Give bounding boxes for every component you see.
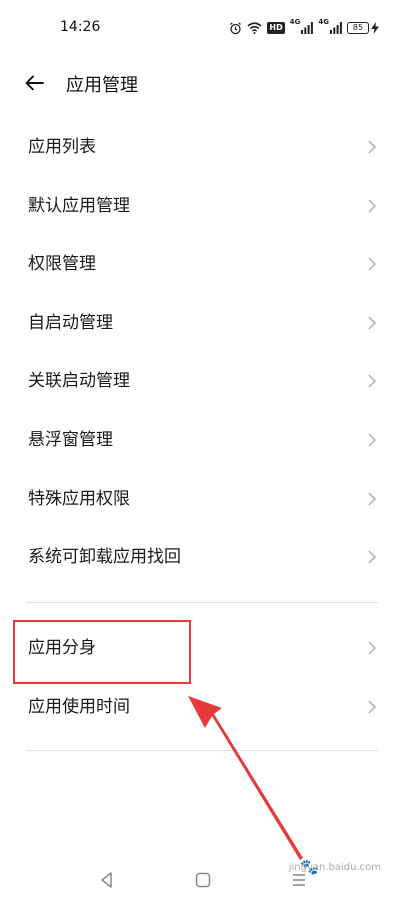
list-item-permissions[interactable]: 权限管理 [0,235,403,294]
list-item-floating-window[interactable]: 悬浮窗管理 [0,411,403,470]
page-title: 应用管理 [66,75,138,96]
battery-icon: 85 [347,22,379,34]
chevron-right-icon [368,257,377,271]
list-item-label: 自启动管理 [28,312,113,333]
list-item-associated-start[interactable]: 关联启动管理 [0,352,403,411]
list-item-label: 默认应用管理 [28,195,130,216]
chevron-right-icon [368,316,377,330]
divider [26,750,378,751]
alarm-icon [230,22,242,34]
signal-4g-label-2: 4G [318,18,329,26]
list-item-special-permissions[interactable]: 特殊应用权限 [0,470,403,529]
list-item-app-list[interactable]: 应用列表 [0,118,403,177]
status-time: 14:26 [60,19,101,35]
battery-level: 85 [347,22,369,34]
chevron-right-icon [368,641,377,655]
list-item-restore-system-apps[interactable]: 系统可卸载应用找回 [0,528,403,587]
settings-list: 应用列表 默认应用管理 权限管理 自启动管理 关联启动管理 悬浮窗管理 特殊应用… [0,118,403,587]
hd-badge: HD [267,22,285,34]
list-item-label: 权限管理 [28,254,96,275]
chevron-right-icon [368,433,377,447]
app-bar: 应用管理 [0,60,403,106]
status-bar: 14:26 HD 4G 4G 85 [0,0,403,56]
arrow-left-icon [25,75,44,91]
list-item-autostart[interactable]: 自启动管理 [0,294,403,353]
chevron-right-icon [368,374,377,388]
list-item-label: 应用使用时间 [28,696,130,717]
list-item-usage-time[interactable]: 应用使用时间 [0,678,403,737]
chevron-right-icon [368,550,377,564]
divider [26,602,378,603]
wifi-icon [247,22,262,34]
list-item-label: 应用列表 [28,137,96,157]
signal-4g-label-1: 4G [289,18,301,26]
nav-back-icon[interactable] [96,869,118,891]
back-button[interactable] [22,70,48,96]
status-icons: HD 4G 4G 85 [229,18,379,38]
list-item-label: 关联启动管理 [28,371,130,392]
list-item-label: 特殊应用权限 [28,488,130,509]
chevron-right-icon [368,140,377,154]
chevron-right-icon [368,491,377,506]
nav-home-icon[interactable] [192,869,214,891]
highlight-box [13,620,191,684]
chevron-right-icon [368,700,377,714]
signal-icon [330,22,342,34]
list-item-label: 悬浮窗管理 [28,429,113,450]
chevron-right-icon [368,199,377,213]
signal-icon [301,22,314,34]
charging-icon [371,22,379,34]
list-item-label: 系统可卸载应用找回 [28,547,181,568]
list-item-default-apps[interactable]: 默认应用管理 [0,177,403,236]
watermark: jingyan.baidu.com [288,862,381,873]
